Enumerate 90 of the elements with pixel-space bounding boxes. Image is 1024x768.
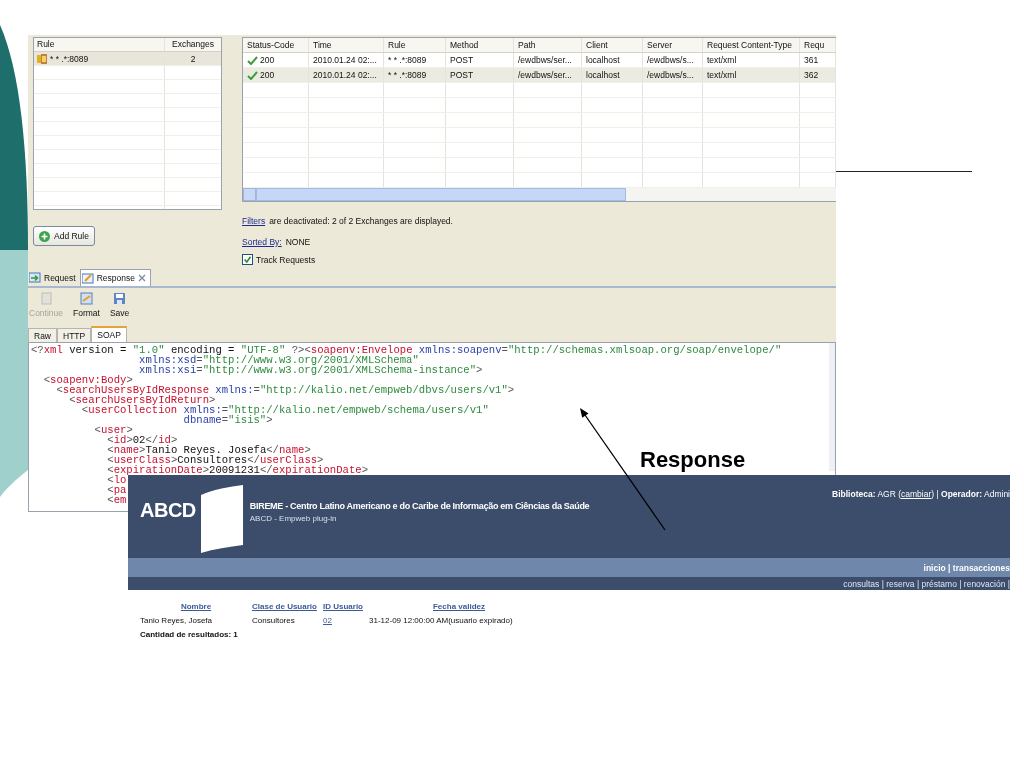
column-header[interactable]: Nombre [180, 602, 212, 611]
table-row[interactable]: * * .*:8089 2 [34, 52, 221, 66]
column-header[interactable]: Rule [34, 38, 165, 51]
column-header[interactable]: Client [582, 38, 643, 52]
site-title: BIREME - Centro Latino Americano e do Caribe de Informação em Ciências da Saúde [249, 501, 590, 511]
code-line: <id>02</id> [106, 435, 179, 445]
callout-label: Response [640, 446, 746, 474]
code-line: <searchUsersByIdReturn> [69, 395, 216, 405]
column-header[interactable]: Status-Code [243, 38, 309, 52]
filter-status-text: are deactivated: 2 of 2 Exchanges are displayed. [269, 216, 453, 226]
table-cell: 2010.01.24 02:... [313, 70, 377, 80]
code-line: dbname="isis"> [182, 415, 273, 425]
code-line: <name>Tanio Reyes. Josefa</name> [106, 445, 311, 455]
rule-icon [37, 53, 48, 64]
view-tab[interactable]: HTTP [57, 328, 92, 342]
column-header[interactable]: Exchanges [165, 38, 221, 51]
nav-links[interactable]: inicio | transacciones [923, 562, 1010, 573]
code-line: <lo [106, 475, 127, 485]
table-cell: 2010.01.24 02:... [313, 55, 377, 65]
table-cell: /ewdbws/s... [647, 70, 694, 80]
table-cell-text: 2 [189, 52, 197, 65]
table-cell: * * .*:8089 [388, 70, 427, 80]
table-cell: 200 [260, 55, 275, 65]
table-cell: Tanio Reyes, Josefa [140, 616, 213, 625]
check-icon [247, 70, 258, 80]
site-subtitle: ABCD - Empweb plug-in [249, 514, 338, 523]
column-header[interactable]: Rule [384, 38, 446, 52]
code-line: <soapenv:Body> [42, 375, 133, 385]
table-cell: 200 [260, 70, 275, 80]
document-icon [80, 292, 93, 305]
table-cell: 361 [804, 55, 819, 65]
table-cell: Consultores [252, 616, 295, 625]
check-icon [247, 55, 258, 65]
table-cell: /ewdbws/ser... [518, 55, 572, 65]
editor-tab[interactable]: Request [28, 269, 80, 286]
page-icon [198, 485, 243, 553]
table-cell: /ewdbws/ser... [518, 70, 572, 80]
table-cell: text/xml [707, 55, 737, 65]
code-line: <expirationDate>20091231</expirationDate> [106, 465, 369, 475]
logo: ABCD [140, 499, 196, 522]
code-line: xmlns:xsd="http://www.w3.org/2001/XMLSchema" [138, 355, 419, 365]
column-header[interactable]: Time [309, 38, 384, 52]
table-cell: POST [450, 70, 474, 80]
table-cell: /ewdbws/s... [647, 55, 694, 65]
table-cell: localhost [586, 70, 620, 80]
toolbar-button[interactable]: Save [108, 292, 131, 318]
add-rule-button[interactable]: Add Rule [33, 226, 95, 246]
table-cell: 362 [804, 70, 819, 80]
column-header[interactable]: Requ [800, 38, 836, 52]
vertical-scrollbar[interactable] [829, 343, 835, 471]
code-line: <user> [93, 425, 133, 435]
view-tab[interactable]: SOAP [91, 326, 127, 342]
close-icon[interactable] [137, 274, 146, 282]
column-header[interactable]: Method [446, 38, 514, 52]
column-header[interactable]: Path [514, 38, 582, 52]
table-cell: POST [450, 55, 474, 65]
table-cell: text/xml [707, 70, 737, 80]
editor-tab[interactable]: Response [79, 269, 151, 286]
table-cell: 31-12-09 12:00:00 AM(usuario expirado) [369, 616, 513, 625]
code-line: <?xml version = "1.0" encoding = "UTF-8" ?><soapenv:Envelope xmlns:soapenv="http://schemas.xmlsoap.org/soap/envelope/" [31, 345, 783, 355]
nav-links[interactable]: consultas | reserva | préstamo | renovación | [843, 578, 1010, 589]
document-icon [39, 292, 53, 305]
table-cell: * * .*:8089 [388, 55, 427, 65]
column-header[interactable]: Fecha validez [433, 602, 485, 611]
track-requests-checkbox[interactable]: Track Requests [242, 254, 316, 265]
column-header[interactable]: Server [643, 38, 703, 52]
arrow-icon [29, 272, 41, 283]
code-line: <searchUsersByIdResponse xmlns:="http://kalio.net/empweb/dbvs/users/v1"> [56, 385, 516, 395]
filters-link[interactable]: Filters [242, 216, 266, 226]
sorted-by-link[interactable]: Sorted By: [242, 237, 282, 247]
view-tab[interactable]: Raw [28, 328, 57, 342]
code-line: xmlns:xsi="http://www.w3.org/2001/XMLSchema-instance"> [138, 365, 484, 375]
table-row[interactable]: 200 2010.01.24 02:... * * .*:8089 POST /ewdbws/ser... localhost /ewdbws/s... text/xml 362 [243, 68, 836, 83]
check-icon [243, 255, 252, 264]
column-header[interactable]: Request Content-Type [703, 38, 800, 52]
result-count: Cantidad de resultados: 1 [140, 630, 239, 639]
horizontal-scrollbar[interactable] [243, 188, 836, 201]
column-header[interactable]: Clase de Usuario [252, 602, 323, 611]
session-info: Biblioteca: AGR (cambiar) | Operador: Admini [831, 489, 1010, 499]
code-line: <userCollection xmlns:="http://kalio.net/empweb/schema/users/v1" [81, 405, 490, 415]
save-icon [113, 292, 127, 305]
sort-value: NONE [285, 237, 311, 247]
plus-icon [39, 230, 50, 242]
pencil-icon [81, 272, 94, 284]
table-cell: localhost [586, 55, 620, 65]
column-header[interactable]: ID Usuario [323, 602, 369, 611]
table-cell: * * .*:8089 [50, 53, 89, 64]
toolbar-button[interactable]: Format [72, 292, 101, 318]
code-line: <em [106, 495, 128, 505]
user-id-link[interactable]: 02 [323, 616, 332, 625]
